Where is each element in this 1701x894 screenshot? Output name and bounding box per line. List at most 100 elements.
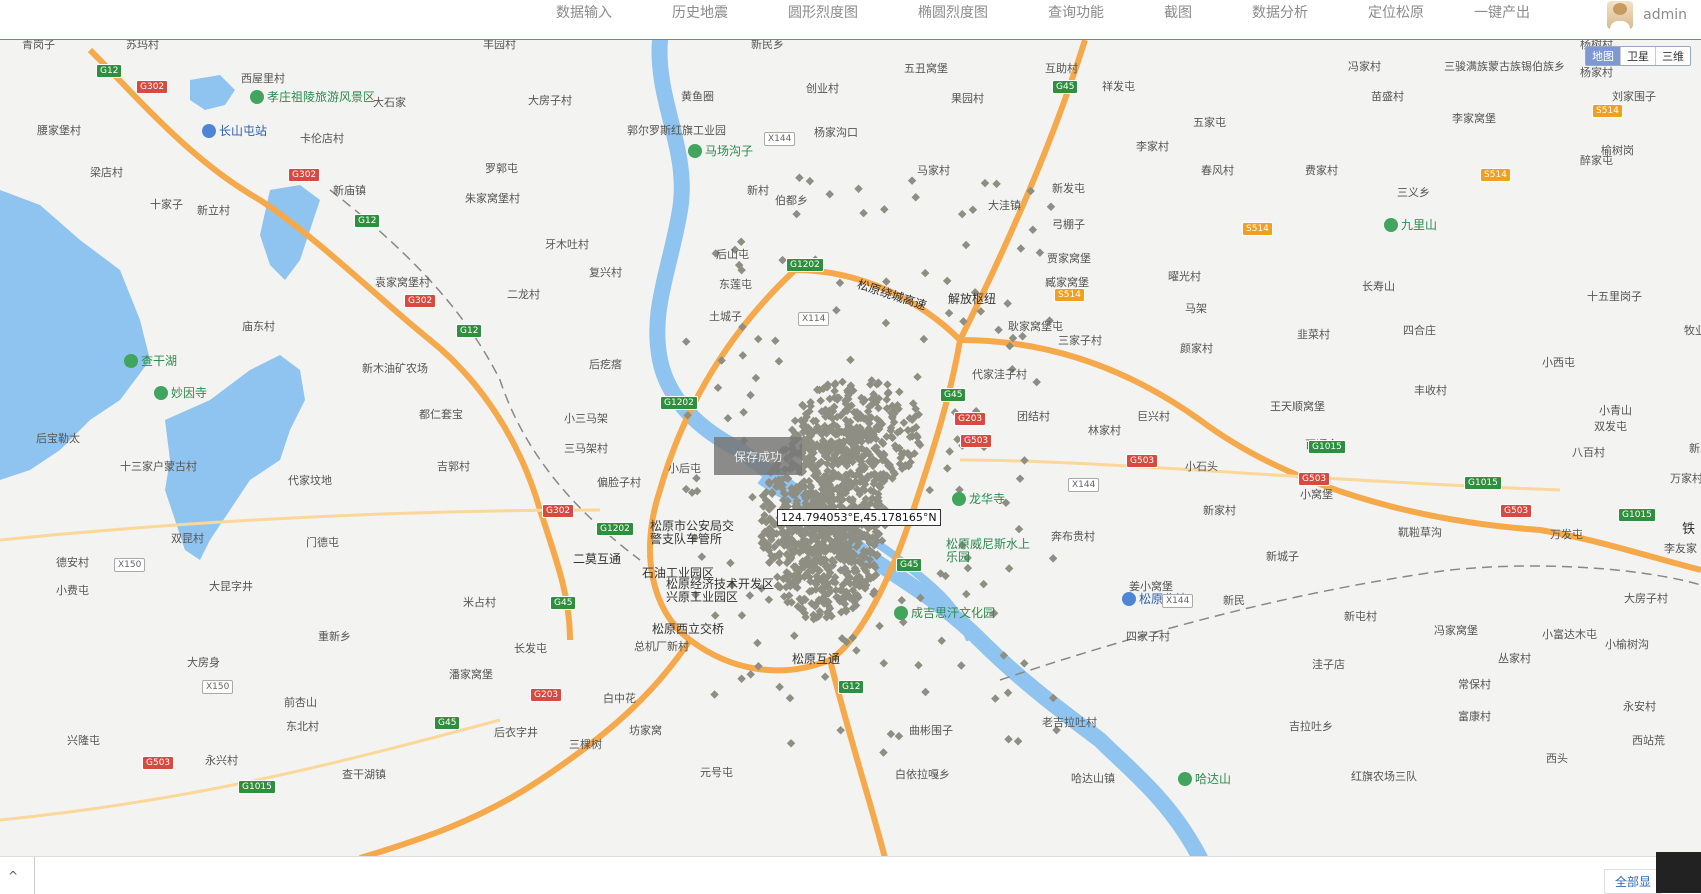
nav-data-analysis[interactable]: 数据分析 <box>1252 2 1308 22</box>
earthquake-marker <box>894 731 904 741</box>
map-type-3d-button[interactable]: 三维 <box>1655 47 1690 65</box>
road-shield: S514 <box>1480 168 1511 182</box>
place-label: 冯家窝堡 <box>1434 624 1478 637</box>
place-label: 五家屯 <box>1193 116 1226 129</box>
place-label: 果园村 <box>951 92 984 105</box>
earthquake-marker <box>746 390 755 400</box>
road-shield: G503 <box>1298 472 1331 486</box>
earthquake-marker <box>943 464 952 473</box>
place-label: 黄鱼圈 <box>681 90 714 103</box>
place-label: 查干湖镇 <box>342 768 386 781</box>
earthquake-marker <box>1003 688 1013 697</box>
earthquake-marker <box>944 308 954 318</box>
nav-query[interactable]: 查询功能 <box>1048 2 1104 22</box>
nav-circle-intensity-map[interactable]: 圆形烈度图 <box>788 2 858 22</box>
earthquake-marker <box>697 552 707 562</box>
place-label: 八百村 <box>1572 446 1605 459</box>
place-label: 后衣字井 <box>494 726 538 739</box>
earthquake-marker <box>681 337 691 346</box>
road-shield: G203 <box>954 412 987 426</box>
chevron-up-icon[interactable]: ^ <box>8 869 18 883</box>
earthquake-marker <box>963 563 973 573</box>
place-label: 小西屯 <box>1542 356 1575 369</box>
nav-one-click-output[interactable]: 一键产出 <box>1474 2 1530 22</box>
place-label: 万发屯 <box>1550 528 1583 541</box>
place-label: 杨家沟口 <box>814 126 858 139</box>
poi-scenic-area[interactable]: 孝庄祖陵旅游风景区 <box>250 88 375 105</box>
place-label: 刘家围子 <box>1612 90 1656 103</box>
earthquake-marker <box>980 178 990 188</box>
poi-longhua-temple[interactable]: 龙华寺 <box>952 490 1005 507</box>
place-label: 巨兴村 <box>1137 410 1170 423</box>
road-shield: G1015 <box>1308 440 1346 454</box>
place-label: 红旗农场三队 <box>1351 770 1417 783</box>
earthquake-marker <box>914 661 923 670</box>
poi-temple[interactable]: 妙因寺 <box>154 384 207 401</box>
road-shield: G45 <box>896 558 923 572</box>
map-canvas[interactable]: 青岗子 苏玛村 丰园村 新民乡 五丑窝堡 互助村 冯家村 三骏满族蒙古族锡伯族乡… <box>0 40 1701 858</box>
road-shield: G12 <box>354 214 381 228</box>
earthquake-marker <box>737 611 747 620</box>
poi-lake[interactable]: 查干湖 <box>124 352 177 369</box>
earthquake-marker <box>736 237 746 246</box>
nav-locate-songyuan[interactable]: 定位松原 <box>1368 2 1424 22</box>
tree-icon <box>250 89 264 104</box>
earthquake-marker <box>816 396 825 406</box>
nav-historical-earthquakes[interactable]: 历史地震 <box>672 2 728 22</box>
nav-data-input[interactable]: 数据输入 <box>556 2 612 22</box>
earthquake-marker <box>1003 299 1012 308</box>
earthquake-marker <box>937 636 946 645</box>
place-label: 新民 <box>1223 594 1245 607</box>
earthquake-marker <box>785 693 795 703</box>
place-label: 小青山 <box>1599 404 1632 417</box>
poi-jiulishan[interactable]: 九里山 <box>1384 216 1437 233</box>
poi-station[interactable]: 长山屯站 <box>202 122 267 139</box>
earthquake-marker <box>713 383 723 393</box>
place-label: 重新乡 <box>318 630 351 643</box>
place-label: 靰鞡草沟 <box>1398 526 1442 539</box>
map-type-map-button[interactable]: 地图 <box>1586 47 1620 65</box>
corner-widget[interactable] <box>1656 852 1701 893</box>
place-label: 新民乡 <box>751 40 784 51</box>
earthquake-marker <box>805 176 815 186</box>
poi-culture-park[interactable]: 成吉思汗文化园 <box>894 604 995 621</box>
place-label: 苗盛村 <box>1371 90 1404 103</box>
road-shield: G45 <box>1052 80 1079 94</box>
road-shield: G12 <box>838 680 865 694</box>
coordinate-tooltip: 124.794053°E,45.178165°N <box>777 509 941 526</box>
poi-park[interactable]: 马场沟子 <box>688 142 753 159</box>
poi-dev-zone[interactable]: 松原经济技术开发区兴原工业园区 <box>666 578 776 604</box>
show-all-button[interactable]: 全部显 <box>1604 869 1663 894</box>
place-label: 代家洼子村 <box>972 368 1027 381</box>
road-shield: G1015 <box>1618 508 1656 522</box>
place-label: 丛家村 <box>1498 652 1531 665</box>
earthquake-marker <box>883 389 893 398</box>
earthquake-marker <box>710 611 720 620</box>
poi-hada-mountain[interactable]: 哈达山 <box>1178 770 1231 787</box>
tree-icon <box>894 605 908 620</box>
place-label: 四合庄 <box>1403 324 1436 337</box>
user-menu[interactable]: admin <box>1607 0 1687 30</box>
place-label: 曜光村 <box>1168 270 1201 283</box>
earthquake-marker <box>920 268 930 278</box>
lake-small <box>260 185 320 280</box>
place-label: 坊家窝 <box>629 724 662 737</box>
earthquake-marker <box>992 179 1001 189</box>
place-label: 丰收村 <box>1414 384 1447 397</box>
earthquake-marker <box>753 638 762 648</box>
road-label: 二莫互通 <box>573 552 622 566</box>
place-label: 朱家窝堡村 <box>465 192 520 205</box>
earthquake-marker <box>942 276 952 286</box>
map-base-layer <box>0 40 1701 858</box>
place-label: 富康村 <box>1458 710 1491 723</box>
nav-ellipse-intensity-map[interactable]: 椭圆烈度图 <box>918 2 988 22</box>
place-label: 腰家堡村 <box>37 124 81 137</box>
poi-police[interactable]: 松原市公安局交警支队车管所 <box>650 520 740 546</box>
poi-water-park[interactable]: 松原威尼斯水上乐园 <box>946 538 1036 564</box>
map-type-satellite-button[interactable]: 卫星 <box>1620 47 1655 65</box>
place-label: 大昆字井 <box>209 580 253 593</box>
place-label: 马家村 <box>917 164 950 177</box>
nav-screenshot[interactable]: 截图 <box>1164 2 1192 22</box>
road-label: 解放枢纽 <box>948 292 997 306</box>
place-label: 双发屯 <box>1594 420 1627 433</box>
